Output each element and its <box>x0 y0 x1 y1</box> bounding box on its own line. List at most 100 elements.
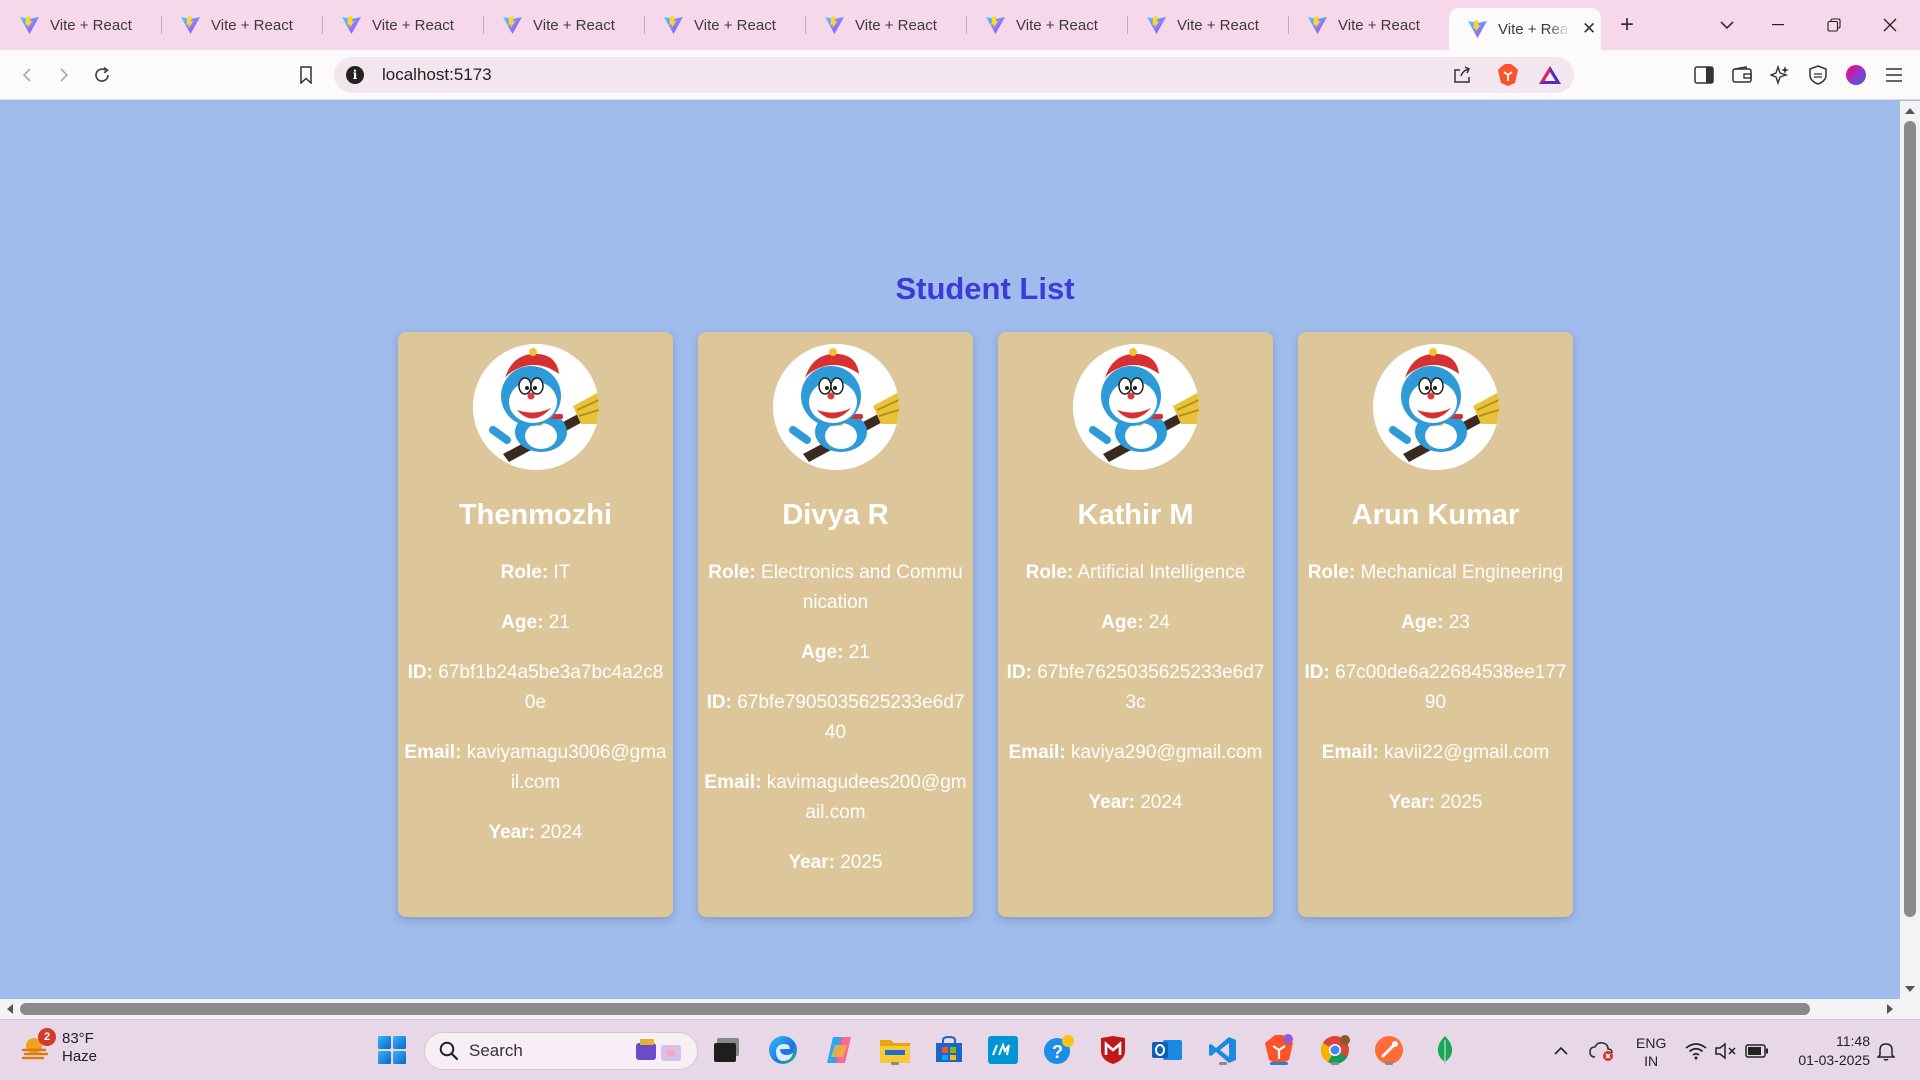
browser-tab[interactable]: Vite + React <box>805 0 966 50</box>
scroll-left-arrow-icon[interactable] <box>7 1004 13 1014</box>
leo-ai-icon[interactable] <box>1768 63 1792 87</box>
close-tab-icon[interactable]: ✕ <box>1582 19 1596 39</box>
id-value: 67c00de6a22684538ee17790 <box>1335 662 1567 713</box>
student-email: Email: kavimagudees200@gmail.com <box>698 768 973 828</box>
system-clock[interactable]: 11:48 01-03-2025 <box>1782 1032 1870 1070</box>
clock-date: 01-03-2025 <box>1798 1052 1870 1068</box>
student-card-list: Thenmozhi Role: IT Age: 21 ID: 67bf1b24a5be… <box>398 332 1573 917</box>
tab-title: Vite + React <box>372 16 454 34</box>
windows-taskbar: 2 83°F Haze Search ? ENG IN 11:48 01-03-… <box>0 1019 1920 1080</box>
brave-rewards-icon[interactable] <box>1538 63 1562 87</box>
vertical-scrollbar[interactable] <box>1900 101 1920 999</box>
menu-icon[interactable] <box>1882 63 1906 87</box>
student-id: ID: 67bfe7905035625233e6d740 <box>698 688 973 748</box>
forward-button[interactable] <box>52 63 76 87</box>
close-window-button[interactable] <box>1862 0 1918 50</box>
edge-browser-icon[interactable] <box>764 1031 802 1069</box>
role-label: Role: <box>1307 562 1356 583</box>
wallet-icon[interactable] <box>1730 63 1754 87</box>
id-value: 67bfe7625035625233e6d73c <box>1037 662 1265 713</box>
student-year: Year: 2025 <box>698 848 973 878</box>
vertical-scroll-thumb[interactable] <box>1904 121 1916 917</box>
mongodb-compass-icon[interactable] <box>1426 1031 1464 1069</box>
email-value: kavimagudees200@gmail.com <box>766 772 967 823</box>
id-value: 67bfe7905035625233e6d740 <box>737 692 965 743</box>
year-value: 2024 <box>540 822 583 843</box>
vscode-icon[interactable] <box>1204 1031 1242 1069</box>
weather-widget[interactable]: 2 83°F Haze <box>20 1028 97 1066</box>
chrome-icon[interactable] <box>1316 1031 1354 1069</box>
outlook-icon[interactable] <box>1148 1031 1186 1069</box>
microsoft-store-icon[interactable] <box>930 1031 968 1069</box>
copilot-icon[interactable] <box>820 1031 858 1069</box>
postman-icon[interactable] <box>1370 1031 1408 1069</box>
vpn-shield-icon[interactable] <box>1806 63 1830 87</box>
browser-tab[interactable]: Vite + React <box>483 0 644 50</box>
onedrive-error-icon[interactable] <box>1588 1020 1616 1080</box>
age-value: 21 <box>548 612 570 633</box>
clock-time: 11:48 <box>1836 1033 1870 1049</box>
scroll-down-arrow-icon[interactable] <box>1905 986 1915 992</box>
brave-shields-icon[interactable] <box>1496 63 1520 87</box>
volume-muted-icon[interactable] <box>1714 1020 1738 1080</box>
reload-button[interactable] <box>90 63 114 87</box>
mcafee-icon[interactable] <box>1094 1031 1132 1069</box>
scroll-right-arrow-icon[interactable] <box>1887 1004 1893 1014</box>
restore-button[interactable] <box>1806 0 1862 50</box>
file-explorer-icon[interactable] <box>876 1031 914 1069</box>
address-bar[interactable]: i localhost:5173 <box>334 57 1574 93</box>
tab-title: Vite + React <box>1016 16 1098 34</box>
site-info-icon[interactable]: i <box>346 66 364 84</box>
year-value: 2024 <box>1140 792 1183 813</box>
new-tab-button[interactable]: + <box>1611 9 1643 41</box>
tab-search-chevron-icon[interactable] <box>1716 12 1738 38</box>
email-value: kaviyamagu3006@gmail.com <box>466 742 667 793</box>
browser-tab[interactable]: Vite + React <box>644 0 805 50</box>
student-name: Thenmozhi <box>458 499 613 531</box>
browser-tab[interactable]: Vite + React <box>161 0 322 50</box>
student-name: Arun Kumar <box>1351 499 1520 531</box>
profile-avatar-icon[interactable] <box>1844 63 1868 87</box>
sidebar-toggle-icon[interactable] <box>1692 63 1716 87</box>
student-card: Divya R Role: Electronics and Communicati… <box>698 332 973 917</box>
browser-tab[interactable]: Vite + React <box>0 0 161 50</box>
minimize-button[interactable] <box>1750 0 1806 50</box>
battery-icon[interactable] <box>1744 1020 1770 1080</box>
bookmark-icon[interactable] <box>294 63 318 87</box>
student-card: Arun Kumar Role: Mechanical Engineering Ag… <box>1298 332 1573 917</box>
get-help-icon[interactable]: ? <box>1040 1031 1078 1069</box>
tab-title: Vite + React <box>1498 20 1570 38</box>
brave-browser-taskbar-icon[interactable] <box>1260 1031 1298 1069</box>
scroll-up-arrow-icon[interactable] <box>1905 108 1915 114</box>
wifi-icon[interactable] <box>1684 1020 1708 1080</box>
windows-start-icon[interactable] <box>373 1031 411 1069</box>
student-year: Year: 2025 <box>1298 788 1573 818</box>
student-name: Divya R <box>782 499 889 531</box>
browser-tab[interactable]: Vite + React <box>966 0 1127 50</box>
role-label: Role: <box>708 562 756 583</box>
browser-tab[interactable]: Vite + React <box>322 0 483 50</box>
year-label: Year: <box>488 822 535 843</box>
student-email: Email: kavii22@gmail.com <box>1298 738 1573 768</box>
scrollbar-corner <box>1900 999 1920 1019</box>
notification-bell-icon[interactable] <box>1872 1020 1900 1080</box>
share-icon[interactable] <box>1450 63 1474 87</box>
show-hidden-icons-chevron-icon[interactable] <box>1548 1020 1574 1080</box>
student-avatar <box>772 344 899 470</box>
browser-tab-active[interactable]: Vite + React ✕ <box>1449 8 1601 50</box>
back-button[interactable] <box>15 63 39 87</box>
search-highlight-icon <box>636 1039 681 1061</box>
task-view-icon[interactable] <box>708 1031 746 1069</box>
horizontal-scrollbar[interactable] <box>0 999 1900 1019</box>
id-label: ID: <box>706 692 732 713</box>
student-id: ID: 67c00de6a22684538ee17790 <box>1298 658 1573 718</box>
language-indicator[interactable]: ENG IN <box>1636 1034 1666 1070</box>
vite-favicon-icon <box>1468 20 1487 38</box>
taskbar-search-box[interactable]: Search <box>424 1032 698 1070</box>
student-avatar <box>1372 344 1499 470</box>
myhp-icon[interactable] <box>984 1031 1022 1069</box>
vite-favicon-icon <box>825 16 844 34</box>
browser-tab[interactable]: Vite + React <box>1127 0 1288 50</box>
browser-tab[interactable]: Vite + React <box>1288 0 1449 50</box>
horizontal-scroll-thumb[interactable] <box>20 1003 1810 1015</box>
